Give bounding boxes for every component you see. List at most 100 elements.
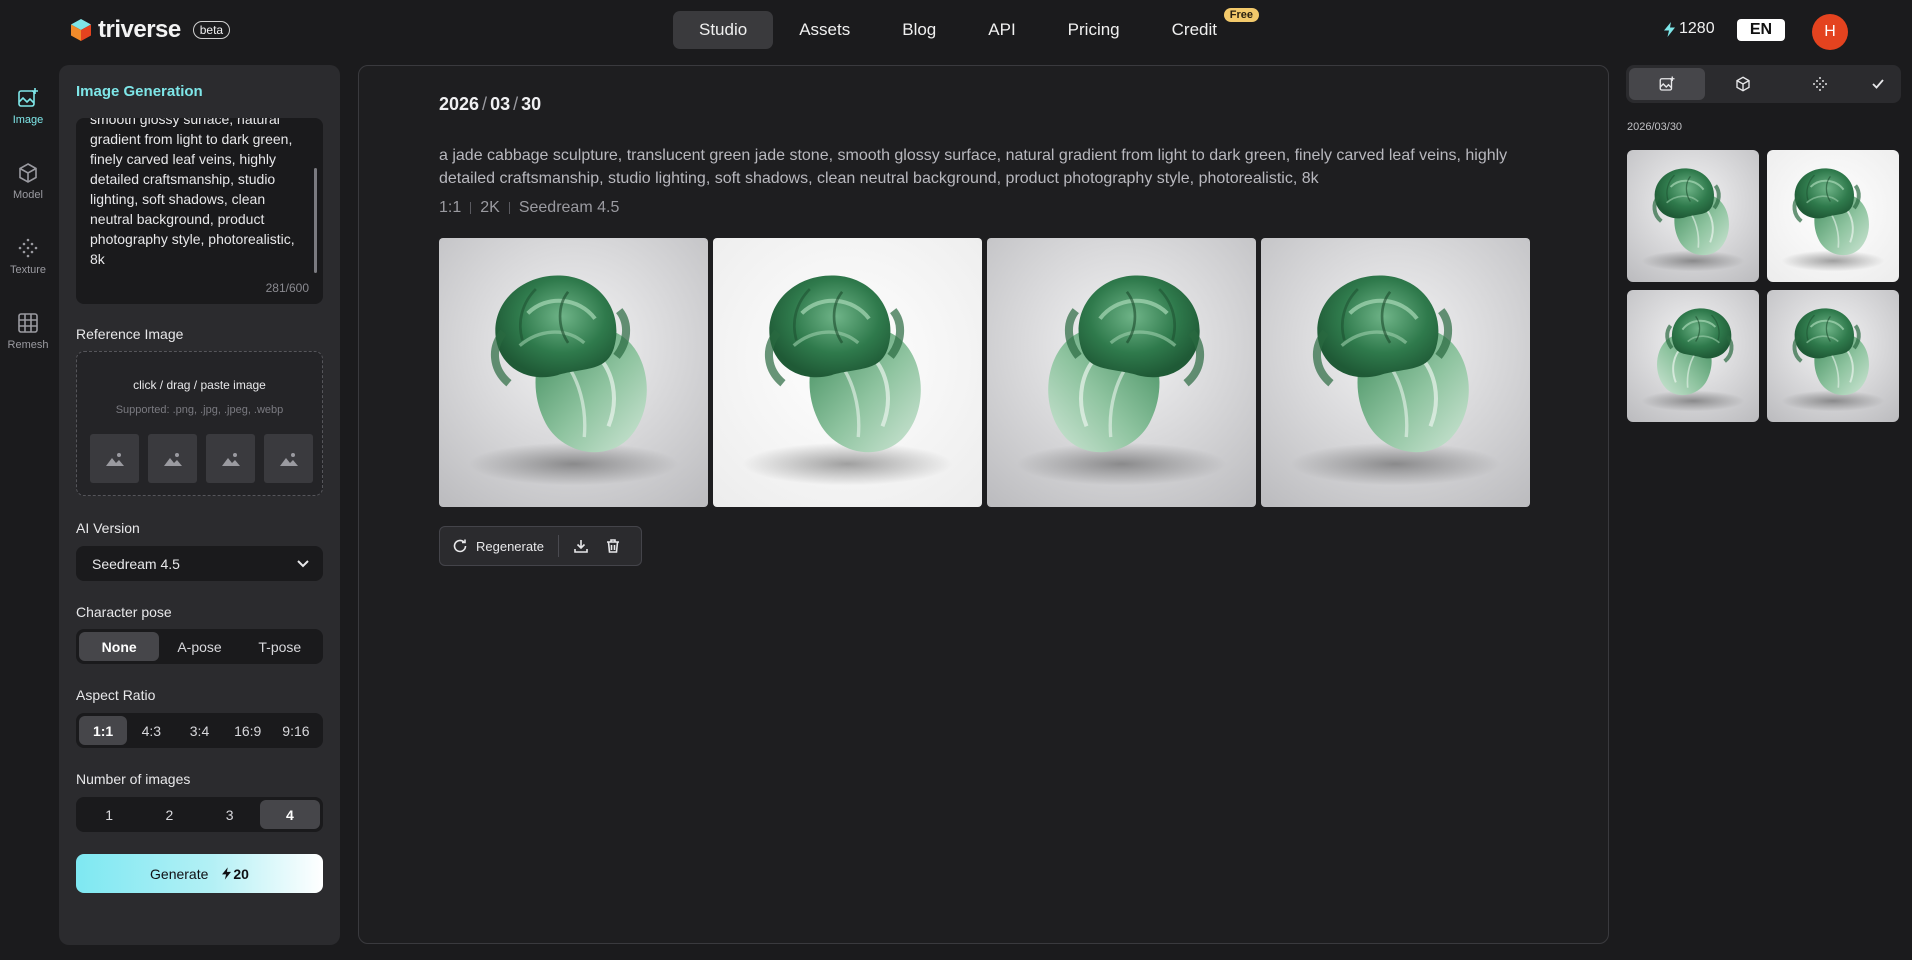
count-option-2[interactable]: 2	[139, 800, 199, 829]
nav-blog-label: Blog	[902, 20, 937, 39]
result-image[interactable]	[439, 238, 708, 507]
reference-slot[interactable]	[206, 434, 255, 483]
date-year: 2026	[439, 94, 480, 114]
ai-version-select[interactable]: Seedream 4.5	[76, 546, 323, 581]
result-image[interactable]	[987, 238, 1256, 507]
aspect-option-4-3[interactable]: 4:3	[127, 716, 175, 745]
count-option-4[interactable]: 4	[259, 800, 320, 829]
generate-cost-value: 20	[233, 865, 249, 882]
generation-date: 2026/03/30	[439, 94, 542, 114]
tool-rail: Image Model Texture Remesh	[0, 86, 56, 386]
history-grid	[1627, 150, 1899, 422]
reference-image-label: Reference Image	[76, 326, 184, 342]
nav-studio-label: Studio	[699, 20, 748, 39]
rail-label-image: Image	[12, 114, 44, 126]
refresh-icon	[453, 539, 467, 553]
aspect-option-3-4[interactable]: 3:4	[175, 716, 223, 745]
reference-slot[interactable]	[264, 434, 313, 483]
history-thumbnail[interactable]	[1767, 150, 1899, 282]
ai-version-value: Seedream 4.5	[92, 555, 180, 572]
count-option-3[interactable]: 3	[200, 800, 260, 829]
credits-balance[interactable]: 1280	[1664, 20, 1715, 38]
rail-item-remesh[interactable]: Remesh	[0, 311, 56, 386]
nav-api[interactable]: API	[962, 11, 1041, 49]
aspect-ratio-selector: 1:1 4:3 3:4 16:9 9:16	[76, 713, 323, 748]
rail-label-model: Model	[13, 189, 43, 201]
nav-credit[interactable]: Credit Free	[1146, 8, 1259, 49]
aspect-option-1-1[interactable]: 1:1	[79, 716, 128, 745]
pose-option-t-pose[interactable]: T-pose	[240, 632, 320, 661]
panel-title: Image Generation	[76, 83, 203, 100]
trash-icon[interactable]	[605, 538, 621, 554]
user-avatar[interactable]: H	[1812, 14, 1848, 50]
texture-dots-icon	[18, 238, 38, 258]
nav-api-label: API	[988, 20, 1016, 39]
result-actions: Regenerate	[439, 526, 642, 566]
image-count-label: Number of images	[76, 771, 191, 787]
rail-item-texture[interactable]: Texture	[0, 236, 56, 311]
dropzone-formats: Supported: .png, .jpg, .jpeg, .webp	[115, 404, 284, 416]
results-area: 2026/03/30 a jade cabbage sculpture, tra…	[358, 65, 1609, 944]
prompt-scrollbar[interactable]	[314, 168, 317, 273]
count-option-1[interactable]: 1	[79, 800, 139, 829]
free-badge: Free	[1223, 8, 1259, 22]
result-gallery	[439, 238, 1530, 507]
character-pose-label: Character pose	[76, 604, 172, 620]
cube-add-icon	[1736, 76, 1751, 92]
top-bar: triverse beta Studio Assets Blog API Pri…	[0, 0, 1912, 60]
nav-blog[interactable]: Blog	[876, 11, 962, 49]
image-add-icon	[18, 88, 38, 107]
generate-button[interactable]: Generate 20	[76, 854, 323, 893]
lightning-icon	[222, 867, 232, 880]
nav-pricing[interactable]: Pricing	[1042, 11, 1146, 49]
main-nav: Studio Assets Blog API Pricing Credit Fr…	[673, 8, 1259, 49]
generate-cost: 20	[222, 866, 249, 882]
date-month: 03	[490, 94, 511, 114]
tab-models[interactable]	[1705, 68, 1781, 100]
select-mode-button[interactable]	[1858, 68, 1898, 100]
history-thumbnail[interactable]	[1627, 290, 1759, 422]
pose-option-none[interactable]: None	[79, 632, 160, 661]
jade-cabbage-thumbnail	[1767, 150, 1899, 282]
nav-assets[interactable]: Assets	[773, 11, 876, 49]
aspect-option-16-9[interactable]: 16:9	[224, 716, 272, 745]
reference-slot[interactable]	[148, 434, 197, 483]
history-thumbnail[interactable]	[1767, 290, 1899, 422]
result-image[interactable]	[1261, 238, 1530, 507]
rail-item-model[interactable]: Model	[0, 161, 56, 236]
cube-icon	[19, 163, 37, 183]
language-switcher[interactable]: EN	[1737, 19, 1785, 41]
generate-label: Generate	[150, 865, 209, 882]
history-date: 2026/03/30	[1627, 121, 1683, 133]
image-placeholder-icon	[279, 452, 298, 466]
beta-badge: beta	[192, 21, 231, 39]
image-placeholder-icon	[163, 452, 182, 466]
nav-assets-label: Assets	[799, 20, 851, 39]
download-icon[interactable]	[573, 538, 589, 554]
rail-label-remesh: Remesh	[7, 339, 49, 351]
jade-cabbage-image	[987, 238, 1256, 507]
jade-cabbage-thumbnail	[1627, 290, 1759, 422]
reference-slot[interactable]	[90, 434, 139, 483]
nav-studio[interactable]: Studio	[673, 11, 774, 49]
history-thumbnail[interactable]	[1627, 150, 1759, 282]
pose-option-a-pose[interactable]: A-pose	[159, 632, 239, 661]
jade-cabbage-thumbnail	[1627, 150, 1759, 282]
tab-images[interactable]	[1629, 68, 1706, 100]
aspect-option-9-16[interactable]: 9:16	[272, 716, 320, 745]
ai-version-label: AI Version	[76, 520, 140, 536]
texture-dots-icon	[1812, 77, 1827, 91]
rail-item-image[interactable]: Image	[0, 86, 56, 161]
image-placeholder-icon	[105, 452, 124, 466]
regenerate-button[interactable]: Regenerate	[452, 538, 544, 554]
brand-logo[interactable]: triverse beta	[70, 16, 231, 44]
result-image[interactable]	[713, 238, 982, 507]
rail-label-texture: Texture	[9, 264, 47, 276]
reference-image-dropzone[interactable]: click / drag / paste image Supported: .p…	[76, 351, 323, 496]
regenerate-label: Regenerate	[476, 538, 544, 554]
image-count-selector: 1 2 3 4	[76, 797, 323, 832]
generation-panel: Image Generation smooth glossy surface, …	[59, 65, 340, 945]
grid-icon	[18, 313, 38, 333]
prompt-textarea[interactable]: smooth glossy surface, natural gradient …	[76, 118, 323, 304]
tab-textures[interactable]	[1782, 68, 1858, 100]
